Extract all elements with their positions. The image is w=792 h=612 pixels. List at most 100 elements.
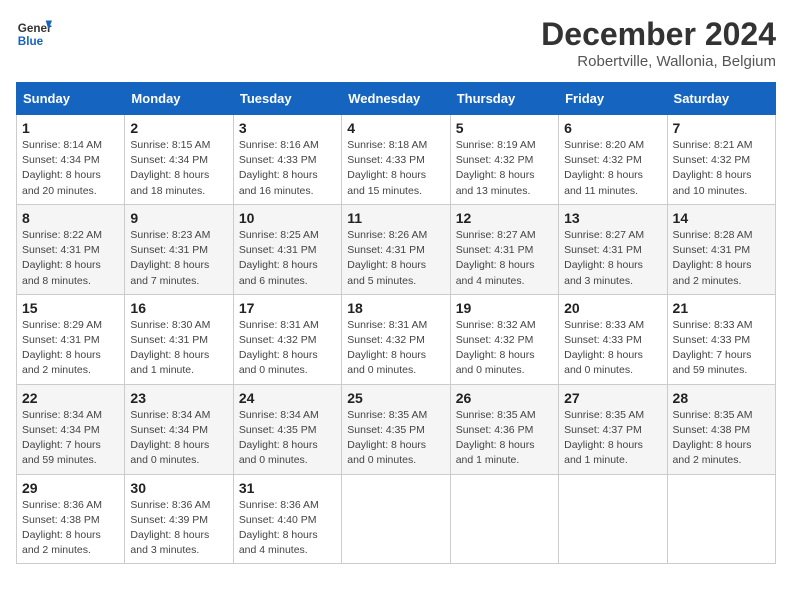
calendar-cell: 27 Sunrise: 8:35 AM Sunset: 4:37 PM Dayli…	[559, 384, 667, 474]
calendar-cell: 8Sunrise: 8:22 AM Sunset: 4:31 PM Daylig…	[17, 204, 125, 294]
calendar-cell: 17 Sunrise: 8:31 AM Sunset: 4:32 PM Dayli…	[233, 294, 341, 384]
calendar-week-2: 8Sunrise: 8:22 AM Sunset: 4:31 PM Daylig…	[17, 204, 776, 294]
day-number: 23	[130, 390, 227, 406]
day-number: 1	[22, 120, 119, 136]
calendar-cell: 23 Sunrise: 8:34 AM Sunset: 4:34 PM Dayli…	[125, 384, 233, 474]
day-detail: Sunrise: 8:18 AM Sunset: 4:33 PM Dayligh…	[347, 139, 427, 197]
calendar-cell: 16Sunrise: 8:30 AM Sunset: 4:31 PM Dayli…	[125, 294, 233, 384]
month-title: December 2024	[541, 16, 776, 53]
day-header-thursday: Thursday	[450, 83, 558, 115]
day-detail: Sunrise: 8:35 AM Sunset: 4:36 PM Dayligh…	[456, 409, 536, 467]
day-detail: Sunrise: 8:36 AM Sunset: 4:39 PM Dayligh…	[130, 499, 210, 557]
day-number: 2	[130, 120, 227, 136]
day-detail: Sunrise: 8:16 AM Sunset: 4:33 PM Dayligh…	[239, 139, 319, 197]
calendar-cell	[450, 474, 558, 564]
day-number: 20	[564, 300, 661, 316]
calendar-cell: 29Sunrise: 8:36 AM Sunset: 4:38 PM Dayli…	[17, 474, 125, 564]
day-detail: Sunrise: 8:35 AM Sunset: 4:38 PM Dayligh…	[673, 409, 753, 467]
calendar-cell: 11 Sunrise: 8:26 AM Sunset: 4:31 PM Dayli…	[342, 204, 450, 294]
day-detail: Sunrise: 8:36 AM Sunset: 4:40 PM Dayligh…	[239, 499, 319, 557]
calendar-cell: 22 Sunrise: 8:34 AM Sunset: 4:34 PM Dayli…	[17, 384, 125, 474]
day-detail: Sunrise: 8:35 AM Sunset: 4:37 PM Dayligh…	[564, 409, 644, 467]
day-detail: Sunrise: 8:28 AM Sunset: 4:31 PM Dayligh…	[673, 229, 753, 287]
day-number: 9	[130, 210, 227, 226]
day-detail: Sunrise: 8:30 AM Sunset: 4:31 PM Dayligh…	[130, 319, 210, 377]
calendar-cell: 30Sunrise: 8:36 AM Sunset: 4:39 PM Dayli…	[125, 474, 233, 564]
logo: General Blue	[16, 16, 52, 52]
day-number: 17	[239, 300, 336, 316]
day-number: 29	[22, 480, 119, 496]
calendar-cell: 5Sunrise: 8:19 AM Sunset: 4:32 PM Daylig…	[450, 115, 558, 205]
day-header-wednesday: Wednesday	[342, 83, 450, 115]
logo-icon: General Blue	[16, 16, 52, 52]
calendar-cell: 19 Sunrise: 8:32 AM Sunset: 4:32 PM Dayli…	[450, 294, 558, 384]
calendar-cell: 31 Sunrise: 8:36 AM Sunset: 4:40 PM Dayli…	[233, 474, 341, 564]
calendar-cell: 10Sunrise: 8:25 AM Sunset: 4:31 PM Dayli…	[233, 204, 341, 294]
day-detail: Sunrise: 8:34 AM Sunset: 4:34 PM Dayligh…	[130, 409, 210, 467]
calendar-cell: 3 Sunrise: 8:16 AM Sunset: 4:33 PM Daylig…	[233, 115, 341, 205]
day-detail: Sunrise: 8:15 AM Sunset: 4:34 PM Dayligh…	[130, 139, 210, 197]
day-number: 11	[347, 210, 444, 226]
calendar-table: SundayMondayTuesdayWednesdayThursdayFrid…	[16, 82, 776, 564]
day-detail: Sunrise: 8:26 AM Sunset: 4:31 PM Dayligh…	[347, 229, 427, 287]
day-number: 3	[239, 120, 336, 136]
calendar-cell: 9 Sunrise: 8:23 AM Sunset: 4:31 PM Daylig…	[125, 204, 233, 294]
header: General Blue December 2024 Robertville, …	[16, 16, 776, 70]
calendar-cell: 12 Sunrise: 8:27 AM Sunset: 4:31 PM Dayli…	[450, 204, 558, 294]
calendar-cell: 25 Sunrise: 8:35 AM Sunset: 4:35 PM Dayli…	[342, 384, 450, 474]
day-number: 26	[456, 390, 553, 406]
day-detail: Sunrise: 8:33 AM Sunset: 4:33 PM Dayligh…	[673, 319, 753, 377]
day-detail: Sunrise: 8:25 AM Sunset: 4:31 PM Dayligh…	[239, 229, 319, 287]
calendar-cell: 28Sunrise: 8:35 AM Sunset: 4:38 PM Dayli…	[667, 384, 775, 474]
day-number: 31	[239, 480, 336, 496]
calendar-cell: 1 Sunrise: 8:14 AM Sunset: 4:34 PM Daylig…	[17, 115, 125, 205]
day-number: 8	[22, 210, 119, 226]
day-number: 21	[673, 300, 770, 316]
day-detail: Sunrise: 8:29 AM Sunset: 4:31 PM Dayligh…	[22, 319, 102, 377]
svg-text:Blue: Blue	[18, 35, 44, 48]
calendar-week-3: 15 Sunrise: 8:29 AM Sunset: 4:31 PM Dayli…	[17, 294, 776, 384]
day-number: 4	[347, 120, 444, 136]
day-number: 12	[456, 210, 553, 226]
calendar-cell: 24Sunrise: 8:34 AM Sunset: 4:35 PM Dayli…	[233, 384, 341, 474]
day-number: 27	[564, 390, 661, 406]
day-detail: Sunrise: 8:35 AM Sunset: 4:35 PM Dayligh…	[347, 409, 427, 467]
calendar-cell: 15 Sunrise: 8:29 AM Sunset: 4:31 PM Dayli…	[17, 294, 125, 384]
header-row: SundayMondayTuesdayWednesdayThursdayFrid…	[17, 83, 776, 115]
day-detail: Sunrise: 8:21 AM Sunset: 4:32 PM Dayligh…	[673, 139, 753, 197]
calendar-cell: 18 Sunrise: 8:31 AM Sunset: 4:32 PM Dayli…	[342, 294, 450, 384]
day-detail: Sunrise: 8:27 AM Sunset: 4:31 PM Dayligh…	[564, 229, 644, 287]
calendar-cell: 13 Sunrise: 8:27 AM Sunset: 4:31 PM Dayli…	[559, 204, 667, 294]
subtitle: Robertville, Wallonia, Belgium	[541, 53, 776, 70]
calendar-cell: 4 Sunrise: 8:18 AM Sunset: 4:33 PM Daylig…	[342, 115, 450, 205]
calendar-week-5: 29Sunrise: 8:36 AM Sunset: 4:38 PM Dayli…	[17, 474, 776, 564]
calendar-week-4: 22 Sunrise: 8:34 AM Sunset: 4:34 PM Dayli…	[17, 384, 776, 474]
day-detail: Sunrise: 8:32 AM Sunset: 4:32 PM Dayligh…	[456, 319, 536, 377]
day-detail: Sunrise: 8:31 AM Sunset: 4:32 PM Dayligh…	[239, 319, 319, 377]
day-detail: Sunrise: 8:14 AM Sunset: 4:34 PM Dayligh…	[22, 139, 102, 197]
day-number: 15	[22, 300, 119, 316]
day-number: 25	[347, 390, 444, 406]
day-number: 5	[456, 120, 553, 136]
calendar-cell: 21 Sunrise: 8:33 AM Sunset: 4:33 PM Dayli…	[667, 294, 775, 384]
day-header-saturday: Saturday	[667, 83, 775, 115]
day-number: 13	[564, 210, 661, 226]
day-detail: Sunrise: 8:33 AM Sunset: 4:33 PM Dayligh…	[564, 319, 644, 377]
day-header-tuesday: Tuesday	[233, 83, 341, 115]
day-detail: Sunrise: 8:34 AM Sunset: 4:34 PM Dayligh…	[22, 409, 102, 467]
day-number: 19	[456, 300, 553, 316]
day-detail: Sunrise: 8:23 AM Sunset: 4:31 PM Dayligh…	[130, 229, 210, 287]
calendar-cell	[342, 474, 450, 564]
day-header-sunday: Sunday	[17, 83, 125, 115]
calendar-week-1: 1 Sunrise: 8:14 AM Sunset: 4:34 PM Daylig…	[17, 115, 776, 205]
calendar-cell: 7Sunrise: 8:21 AM Sunset: 4:32 PM Daylig…	[667, 115, 775, 205]
day-number: 22	[22, 390, 119, 406]
title-area: December 2024 Robertville, Wallonia, Bel…	[541, 16, 776, 70]
calendar-cell: 14 Sunrise: 8:28 AM Sunset: 4:31 PM Dayli…	[667, 204, 775, 294]
day-header-friday: Friday	[559, 83, 667, 115]
day-detail: Sunrise: 8:31 AM Sunset: 4:32 PM Dayligh…	[347, 319, 427, 377]
day-number: 24	[239, 390, 336, 406]
day-detail: Sunrise: 8:27 AM Sunset: 4:31 PM Dayligh…	[456, 229, 536, 287]
day-number: 18	[347, 300, 444, 316]
day-number: 14	[673, 210, 770, 226]
